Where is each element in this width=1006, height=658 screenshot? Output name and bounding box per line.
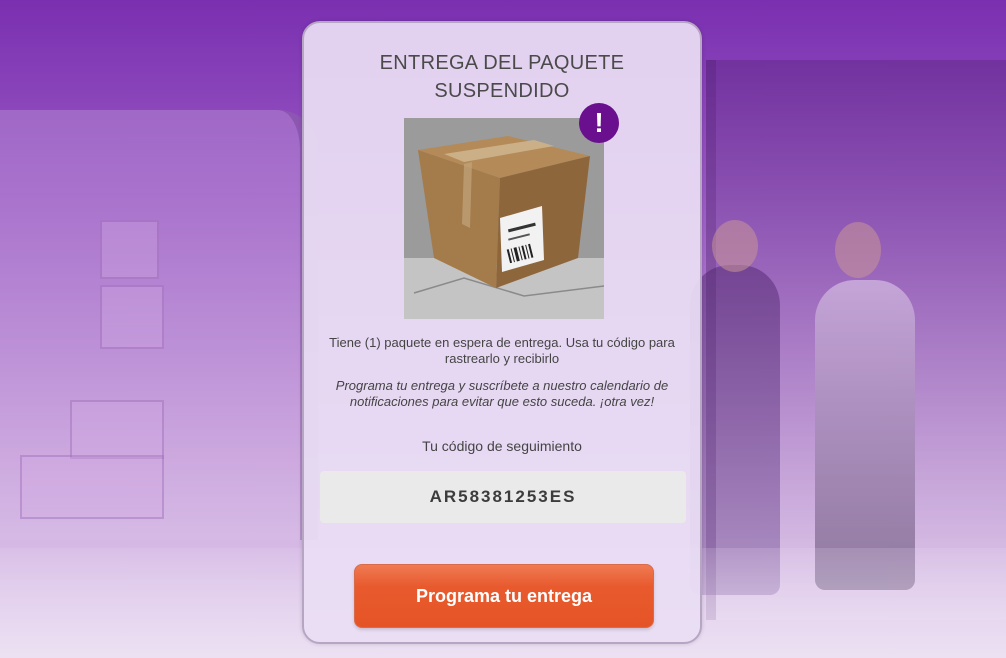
background-box (70, 400, 164, 459)
background-box (100, 220, 159, 279)
page-title: ENTREGA DEL PAQUETE SUSPENDIDO (304, 49, 700, 105)
schedule-note: Programa tu entrega y suscríbete a nuest… (335, 378, 669, 409)
package-image (404, 118, 604, 319)
delivery-notice-card: ENTREGA DEL PAQUETE SUSPENDIDO ! Tiene (… (302, 21, 702, 644)
background-courier-head (712, 220, 758, 272)
page: ENTREGA DEL PAQUETE SUSPENDIDO ! Tiene (… (0, 0, 1006, 658)
background-box (20, 455, 164, 519)
exclamation-icon: ! (579, 103, 619, 143)
title-line-2: SUSPENDIDO (434, 80, 570, 102)
background-box (100, 285, 164, 349)
title-line-1: ENTREGA DEL PAQUETE (379, 52, 625, 74)
tracking-code-label: Tu código de seguimiento (422, 438, 582, 454)
package-box-illustration (404, 118, 604, 319)
package-waiting-message: Tiene (1) paquete en espera de entrega. … (329, 335, 675, 366)
background-customer (815, 280, 915, 590)
background-customer-head (835, 222, 881, 278)
background-courier (690, 265, 780, 595)
tracking-code-value: AR58381253ES (320, 471, 686, 523)
schedule-delivery-button[interactable]: Programa tu entrega (354, 564, 654, 628)
